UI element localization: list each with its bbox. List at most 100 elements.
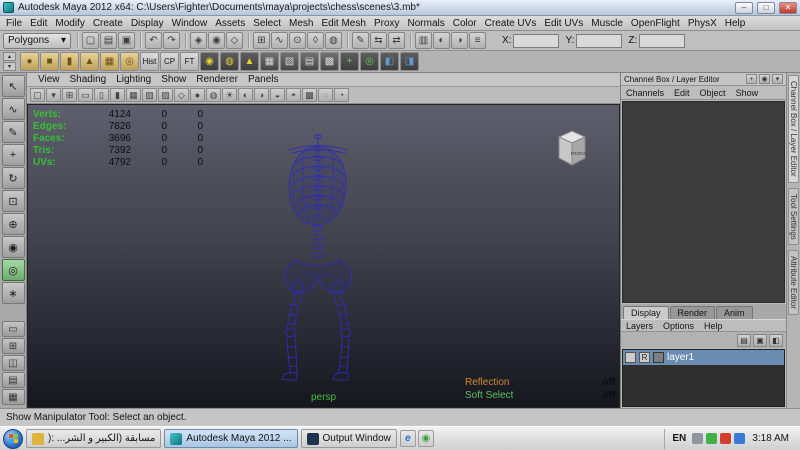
snap-to-point-icon[interactable]: ⊙ xyxy=(289,32,306,49)
new-scene-icon[interactable]: ▢ xyxy=(77,32,99,49)
poly-cylinder-icon[interactable]: ▮ xyxy=(60,52,79,71)
menu-item[interactable]: Muscle xyxy=(587,18,627,29)
sidebar-tab[interactable]: Channel Box / Layer Editor xyxy=(788,75,799,183)
rotate-tool[interactable]: ↻ xyxy=(1,167,25,189)
select-hierarchy-icon[interactable]: ◈ xyxy=(185,32,207,49)
layer-editor-menu-item[interactable]: Layers xyxy=(621,321,658,331)
scale-tool[interactable]: ⊡ xyxy=(1,190,25,212)
channel-box-menu-item[interactable]: Edit xyxy=(669,88,695,98)
menu-item[interactable]: OpenFlight xyxy=(627,18,684,29)
separate-icon[interactable]: ▧ xyxy=(280,52,299,71)
grid-toggle-icon[interactable]: ⊞ xyxy=(62,88,77,102)
four-pane-layout-button[interactable]: ⊞ xyxy=(1,338,25,354)
channel-speed-icon[interactable]: ◉ xyxy=(759,74,770,84)
snap-to-plane-icon[interactable]: ◊ xyxy=(307,32,324,49)
menu-item[interactable]: Modify xyxy=(51,18,88,29)
panel-menu-item[interactable]: Lighting xyxy=(111,74,156,85)
save-scene-icon[interactable]: ▣ xyxy=(118,32,135,49)
layer-list[interactable]: R layer1 xyxy=(622,349,785,407)
open-scene-icon[interactable]: ▤ xyxy=(100,32,117,49)
menu-item[interactable]: Edit UVs xyxy=(540,18,587,29)
layer-color-swatch[interactable] xyxy=(653,352,664,363)
minimize-button[interactable]: – xyxy=(735,1,753,14)
isolate-select-icon[interactable]: ◔ xyxy=(334,88,349,102)
show-manipulator-tool[interactable]: ◎ xyxy=(1,259,25,281)
menu-item[interactable]: File xyxy=(2,18,26,29)
channel-list[interactable] xyxy=(622,101,785,303)
ipr-render-icon[interactable]: ◑ xyxy=(451,32,468,49)
append-polygon-icon[interactable]: + xyxy=(340,52,359,71)
menu-item[interactable]: Window xyxy=(168,18,212,29)
exposure-icon[interactable]: ◒ xyxy=(270,88,285,102)
render-view-icon[interactable]: ▥ xyxy=(410,32,432,49)
sidebar-tab[interactable]: Attribute Editor xyxy=(788,250,799,316)
volume-icon[interactable] xyxy=(692,433,704,444)
layer-editor-tab[interactable]: Anim xyxy=(716,306,753,319)
messenger-launcher-icon[interactable]: ◉ xyxy=(417,430,434,447)
make-live-icon[interactable]: ◍ xyxy=(325,32,342,49)
paint-select-tool[interactable]: ✎ xyxy=(1,121,25,143)
sculpt-geometry-icon[interactable]: ◉ xyxy=(200,52,219,71)
bridge-icon[interactable]: ◎ xyxy=(360,52,379,71)
undo-icon[interactable]: ↶ xyxy=(140,32,162,49)
menu-item[interactable]: Edit Mesh xyxy=(317,18,369,29)
lasso-tool[interactable]: ∿ xyxy=(1,98,25,120)
poly-cube-icon[interactable]: ■ xyxy=(40,52,59,71)
hypershade-layout-button[interactable]: ▦ xyxy=(1,389,25,405)
resolution-gate-icon[interactable]: ▯ xyxy=(94,88,109,102)
snap-to-grid-icon[interactable]: ⊞ xyxy=(248,32,270,49)
universal-manipulator-tool[interactable]: ⊕ xyxy=(1,213,25,235)
menu-set-selector[interactable]: Polygons ▾ xyxy=(3,32,71,49)
view-cube[interactable]: FRONT xyxy=(549,125,595,171)
viewport-canvas[interactable]: Verts: 4124 0 0 Edges: 7826 0 0 Faces: 3… xyxy=(27,104,620,408)
select-component-icon[interactable]: ◇ xyxy=(226,32,243,49)
poly-torus-icon[interactable]: ◎ xyxy=(120,52,139,71)
language-indicator[interactable]: EN xyxy=(670,433,688,444)
boolean-icon[interactable]: ◨ xyxy=(400,52,419,71)
xray-icon[interactable]: ◑ xyxy=(254,88,269,102)
panel-menu-item[interactable]: Renderer xyxy=(191,74,243,85)
use-all-lights-icon[interactable]: ☀ xyxy=(222,88,237,102)
taskbar-item[interactable]: مسابقة (الكبير و الشر... :( xyxy=(26,429,162,448)
menu-item[interactable]: Edit xyxy=(26,18,51,29)
taskbar-item[interactable]: Output Window xyxy=(300,429,397,448)
panel-menu-item[interactable]: View xyxy=(33,74,65,85)
construction-history-icon[interactable]: ✎ xyxy=(347,32,369,49)
select-tool[interactable]: ↖ xyxy=(1,75,25,97)
move-tool[interactable]: + xyxy=(1,144,25,166)
channel-box-menu-item[interactable]: Show xyxy=(731,88,764,98)
menu-item[interactable]: Help xyxy=(721,18,750,29)
wireframe-mode-icon[interactable]: ◇ xyxy=(174,88,189,102)
alpha-channel-icon[interactable]: ◌ xyxy=(318,88,333,102)
layer-editor-tab[interactable]: Render xyxy=(669,306,716,319)
shelf-tab-up-icon[interactable]: ▴ xyxy=(3,52,16,61)
taskbar-clock[interactable]: 3:18 AM xyxy=(749,433,792,444)
start-button[interactable] xyxy=(3,428,23,449)
menu-item[interactable]: Display xyxy=(127,18,168,29)
poly-cone-icon[interactable]: ▲ xyxy=(80,52,99,71)
soft-modification-tool[interactable]: ◉ xyxy=(1,236,25,258)
safe-title-icon[interactable]: ▨ xyxy=(158,88,173,102)
last-tool-used[interactable]: ∗ xyxy=(1,282,25,304)
channel-box-menu-item[interactable]: Channels xyxy=(621,88,669,98)
y-coordinate-input[interactable] xyxy=(576,33,623,48)
gamma-icon[interactable]: ◓ xyxy=(286,88,301,102)
render-current-frame-icon[interactable]: ◐ xyxy=(433,32,450,49)
output-connections-icon[interactable]: ⇄ xyxy=(388,32,405,49)
channel-manip-icon[interactable]: + xyxy=(746,74,757,84)
shaded-mode-icon[interactable]: ● xyxy=(190,88,205,102)
smooth-mesh-icon[interactable]: ◍ xyxy=(220,52,239,71)
layer-mode-toggle[interactable]: R xyxy=(639,352,650,363)
menu-item[interactable]: Color xyxy=(449,18,481,29)
bookmarks-icon[interactable]: ▾ xyxy=(46,88,61,102)
new-layer-from-selected-icon[interactable]: ◧ xyxy=(769,333,783,347)
sidebar-tab[interactable]: Tool Settings xyxy=(788,187,799,246)
extrude-icon[interactable]: ▲ xyxy=(240,52,259,71)
menu-item[interactable]: PhysX xyxy=(684,18,721,29)
panel-menu-item[interactable]: Shading xyxy=(65,74,112,85)
layer-visibility-toggle[interactable] xyxy=(625,352,636,363)
poly-sphere-icon[interactable]: ● xyxy=(20,52,39,71)
channel-box-menu-item[interactable]: Object xyxy=(695,88,731,98)
channel-options-icon[interactable]: ▾ xyxy=(772,74,783,84)
empty-layer-icon[interactable]: ▤ xyxy=(737,333,751,347)
